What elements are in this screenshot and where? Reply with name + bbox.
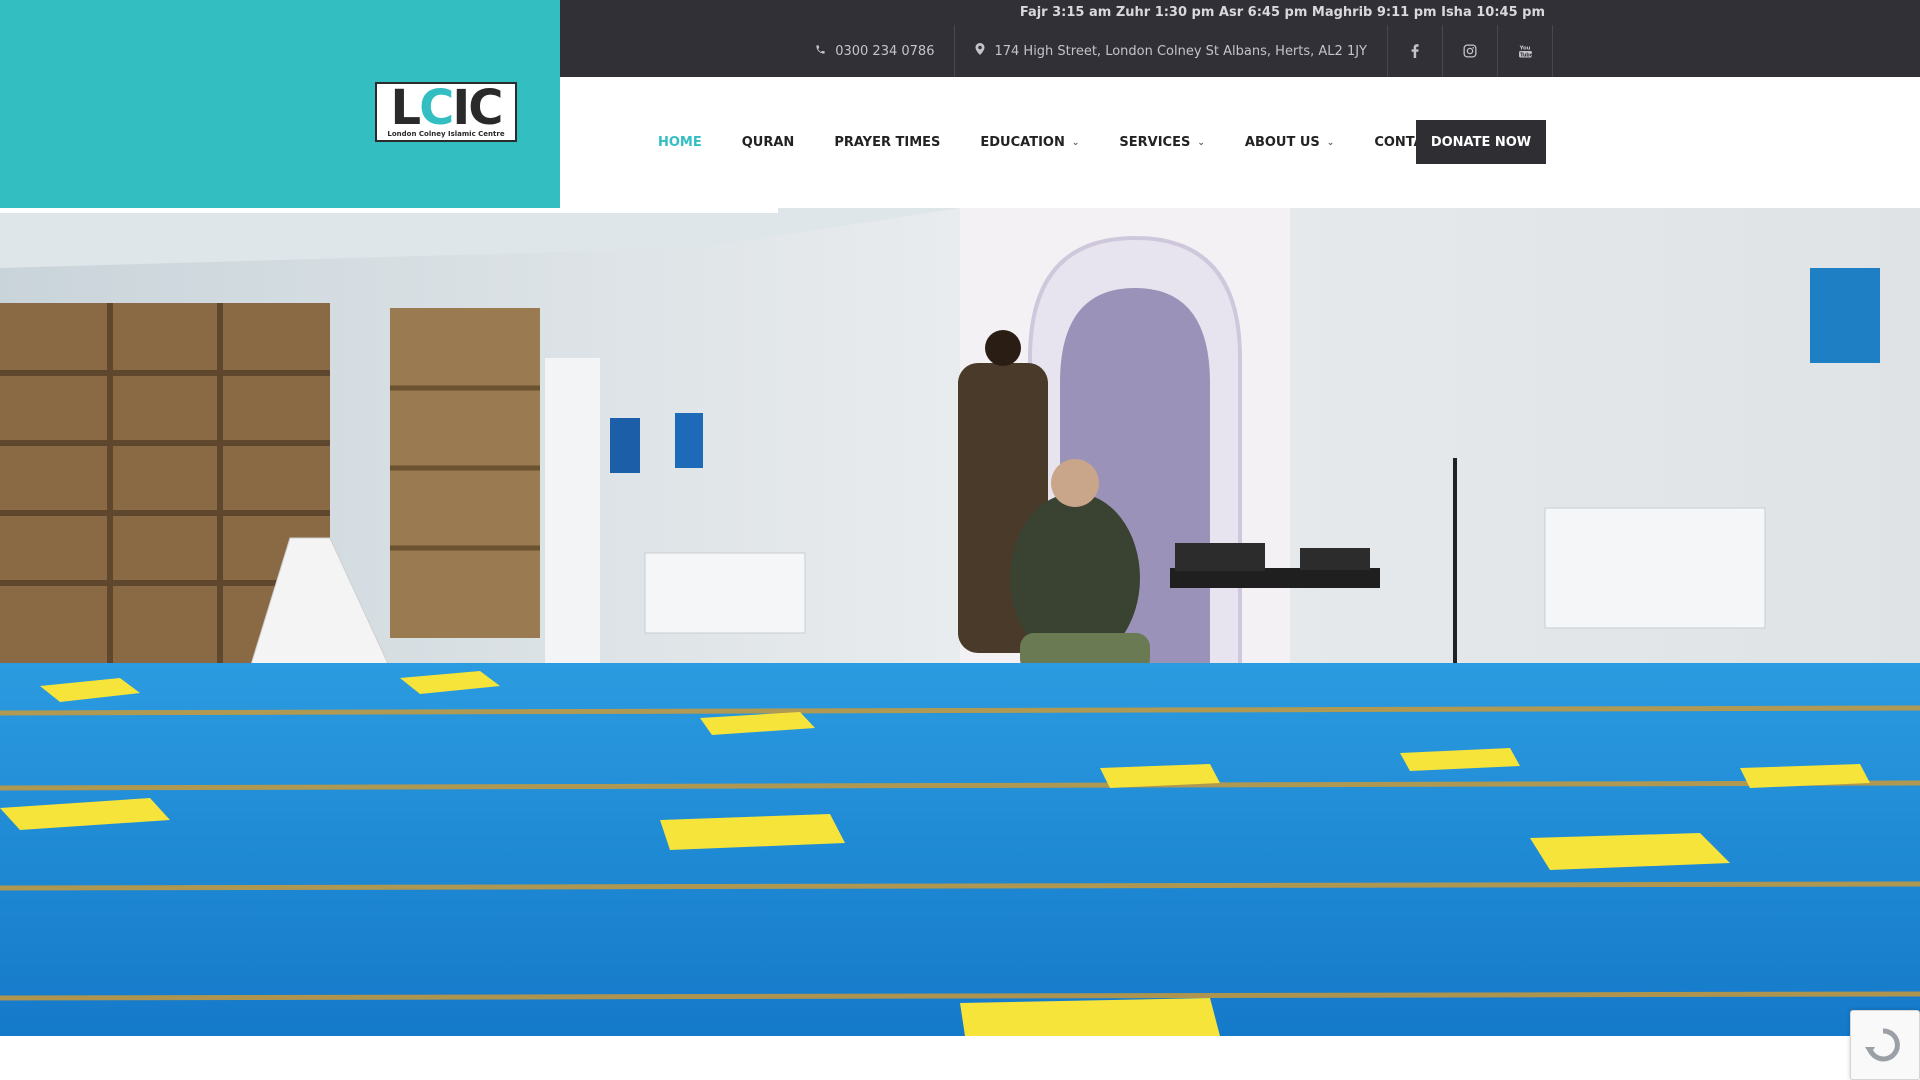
chevron-down-icon: ⌄ xyxy=(1197,137,1205,148)
donate-now-button[interactable]: DONATE NOW xyxy=(1416,120,1546,164)
nav-item-quran[interactable]: QURAN xyxy=(722,135,815,150)
logo-wordmark: LCIC xyxy=(390,80,504,136)
main-nav: HOME QURAN PRAYER TIMES EDUCATION ⌄ SERVI… xyxy=(560,77,1920,208)
nav-list: HOME QURAN PRAYER TIMES EDUCATION ⌄ SERVI… xyxy=(638,77,1501,208)
map-pin-icon xyxy=(975,43,985,59)
nav-item-education[interactable]: EDUCATION ⌄ xyxy=(960,135,1099,150)
site-logo[interactable]: LCIC London Colney Islamic Centre xyxy=(375,82,517,142)
svg-text:Tube: Tube xyxy=(1520,52,1532,58)
chevron-down-icon: ⌄ xyxy=(1326,137,1335,148)
logo-panel: LCIC London Colney Islamic Centre xyxy=(0,0,560,208)
facebook-link[interactable] xyxy=(1388,25,1443,77)
recaptcha-icon xyxy=(1865,1028,1900,1062)
phone-number: 0300 234 0786 xyxy=(835,43,935,59)
nav-item-services[interactable]: SERVICES ⌄ xyxy=(1099,135,1224,150)
nav-item-about-us[interactable]: ABOUT US ⌄ xyxy=(1225,135,1354,150)
prayer-hall-illustration xyxy=(0,208,1920,1036)
address-contact[interactable]: 174 High Street, London Colney St Albans… xyxy=(955,25,1388,77)
top-bar: Fajr 3:15 am Zuhr 1:30 pm Asr 6:45 pm Ma… xyxy=(560,0,1920,77)
youtube-icon: You Tube xyxy=(1519,44,1532,58)
youtube-link[interactable]: You Tube xyxy=(1498,25,1553,77)
instagram-icon xyxy=(1463,44,1477,58)
instagram-link[interactable] xyxy=(1443,25,1498,77)
facebook-icon xyxy=(1411,44,1419,58)
recaptcha-badge[interactable] xyxy=(1850,1010,1920,1080)
contact-row: 0300 234 0786 174 High Street, London Co… xyxy=(795,25,1553,77)
address-text: 174 High Street, London Colney St Albans… xyxy=(994,43,1367,59)
nav-item-home[interactable]: HOME xyxy=(638,135,722,150)
nav-item-prayer-times[interactable]: PRAYER TIMES xyxy=(814,135,960,150)
phone-contact[interactable]: 0300 234 0786 xyxy=(795,25,956,77)
prayer-times-ticker: Fajr 3:15 am Zuhr 1:30 pm Asr 6:45 pm Ma… xyxy=(1019,5,1545,20)
phone-icon xyxy=(815,44,826,59)
svg-text:You: You xyxy=(1519,45,1531,51)
chevron-down-icon: ⌄ xyxy=(1071,137,1080,148)
logo-subtitle: London Colney Islamic Centre xyxy=(387,130,505,138)
logo-underline-strip xyxy=(0,208,778,213)
hero-image xyxy=(0,208,1920,1036)
